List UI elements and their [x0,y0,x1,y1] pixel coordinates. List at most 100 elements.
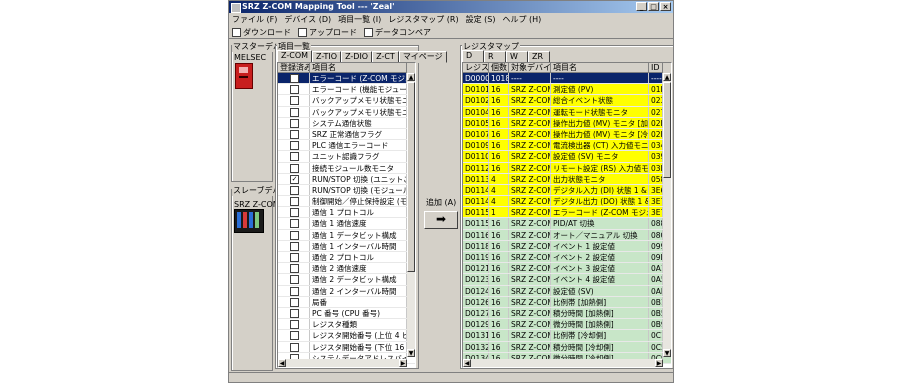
register-row[interactable]: D011464SRZ Z-COM #デジタル出力 (DO) 状態 1 & 23E… [463,196,671,208]
item-row[interactable]: 制御開始／停止保持設定 (モジュ [278,196,415,208]
column-target-device[interactable]: 対象デバイス [509,63,551,73]
registered-checkbox[interactable] [290,118,299,128]
register-row[interactable]: D0131116SRZ Z-COM #比例帯 [冷却側]0C1C [463,330,671,342]
registered-checkbox[interactable] [290,286,299,296]
item-row[interactable]: バックアップメモリ状態モニタ (機能モ [278,106,415,118]
registered-checkbox[interactable] [290,241,299,251]
registered-checkbox[interactable] [290,275,299,285]
register-row[interactable]: D0107416SRZ Z-COM #操作出力値 (MV) モニタ [冷却側]0… [463,128,671,141]
item-row[interactable]: 通信 2 インターバル時間 [278,285,415,297]
add-button[interactable]: ➡ [424,211,458,229]
item-row[interactable]: 通信 1 通信速度 [278,218,415,230]
registered-checkbox[interactable] [290,96,299,106]
item-row[interactable]: ✓ エラーコード (Z-COM モジュール) [278,73,415,85]
item-row[interactable]: 通信 1 データビット構成 [278,229,415,241]
registered-checkbox[interactable]: ✓ [290,174,299,184]
item-row[interactable]: システム通信状態 [278,117,415,129]
registered-checkbox[interactable] [290,297,299,307]
register-row[interactable]: D0123116SRZ Z-COM #イベント 4 設定値0A5C [463,274,671,286]
scroll-down-arrow-icon[interactable]: ▼ [407,349,415,357]
scroll-left-arrow-icon[interactable]: ◀ [463,359,471,367]
register-map-list[interactable]: レジスタ 個数 対象デバイス 項目名 ID D000001018--------… [462,62,672,368]
minimize-button[interactable]: _ [636,2,647,11]
register-row[interactable]: D0115116SRZ Z-COM #PID/AT 切換088C [463,218,671,230]
upload-button[interactable]: アップロード [298,27,357,38]
register-row[interactable]: D0102616SRZ Z-COM #総合イベント状態023C [463,95,671,107]
registered-checkbox[interactable] [290,308,299,318]
registered-checkbox[interactable] [290,253,299,262]
column-registered[interactable]: 登録済み [278,63,310,73]
scroll-up-arrow-icon[interactable]: ▲ [407,73,415,81]
plc-module-icon[interactable] [235,63,253,89]
register-row[interactable]: D0112216SRZ Z-COM #リモート設定 (RS) 入力値モニタ03D… [463,162,671,174]
item-row[interactable]: 通信 1 インターバル時間 [278,240,415,252]
items-list[interactable]: 登録済み 項目名 ✓ エラーコード (Z-COM モジュール)エラーコード (機能… [277,62,416,368]
item-row[interactable]: RUN/STOP 切換 (モジュールごと) [278,184,415,197]
item-row[interactable]: ユニット認識フラグ [278,151,415,163]
item-row[interactable]: レジスタ開始番号 (下位 16 ビット) [278,341,415,353]
registered-checkbox[interactable] [290,208,299,218]
items-vertical-scrollbar[interactable]: ▲ ▼ [407,73,415,357]
register-map-horizontal-scrollbar[interactable]: ◀ ▶ [463,359,663,367]
items-horizontal-scrollbar[interactable]: ◀ ▶ [278,359,407,367]
register-row[interactable]: D0101816SRZ Z-COM #測定値 (PV)01FC [463,84,671,96]
menu-device[interactable]: デバイス (D) [284,14,331,26]
registered-checkbox[interactable] [290,219,299,229]
column-count[interactable]: 個数 [489,63,509,73]
column-item-name[interactable]: 項目名 [310,63,407,73]
data-compare-button[interactable]: データコンペア [364,27,431,38]
menu-settings[interactable]: 設定 (S) [466,14,496,26]
registered-checkbox[interactable] [290,107,299,117]
registered-checkbox[interactable] [290,163,299,173]
registered-checkbox[interactable]: ✓ [290,74,299,83]
register-row[interactable]: D0116716SRZ Z-COM #オート／マニュアル 切換08CC [463,229,671,241]
registered-checkbox[interactable] [290,185,299,195]
item-row[interactable]: 接続モジュール数モニタ [278,162,415,174]
registered-checkbox[interactable] [290,197,299,207]
menu-help[interactable]: ヘルプ (H) [502,14,541,26]
registered-checkbox[interactable] [290,85,299,95]
item-row[interactable]: レジスタ開始番号 (上位 4 ビット) [278,330,415,342]
item-row[interactable]: PLC 通信エラーコード [278,140,415,152]
register-row[interactable]: D0105816SRZ Z-COM #操作出力値 (MV) モニタ [加熱側]0… [463,117,671,129]
scroll-up-arrow-icon[interactable]: ▲ [663,73,671,81]
register-row[interactable]: D0132716SRZ Z-COM #積分時間 [冷却側]0C5C [463,341,671,353]
register-row[interactable]: D011501SRZ Z-COM #エラーコード (Z-COM モジュール)3E… [463,207,671,219]
register-map-scroll-thumb[interactable] [663,82,671,178]
register-row[interactable]: D0104216SRZ Z-COM #運転モード状態モニタ027C [463,106,671,118]
scroll-left-arrow-icon[interactable]: ◀ [278,359,286,367]
registered-checkbox[interactable] [290,141,299,151]
menu-items[interactable]: 項目一覧 (I) [338,14,381,26]
menu-register-map[interactable]: レジスタマップ (R) [388,14,458,26]
register-row[interactable]: D0126316SRZ Z-COM #比例帯 [加熱側]0B10 [463,296,671,308]
item-row[interactable]: 局番 [278,296,415,308]
item-row[interactable]: バックアップメモリ状態モニタ (Z-COM [278,95,415,107]
register-row[interactable]: D0110616SRZ Z-COM #設定値 (SV) モニタ039C [463,151,671,163]
download-button[interactable]: ダウンロード [232,27,291,38]
registered-checkbox[interactable] [290,230,299,240]
item-row[interactable]: ✓ RUN/STOP 切換 (ユニットごと) [278,173,415,185]
registered-checkbox[interactable] [290,264,299,274]
zcom-module-icon[interactable] [234,209,264,233]
item-row[interactable]: レジスタ種類 [278,319,415,331]
register-row[interactable]: D0109016SRZ Z-COM #電流検出器 (CT) 入力値モニタ034C [463,140,671,152]
register-row[interactable]: D0119916SRZ Z-COM #イベント 2 設定値09DC [463,252,671,264]
close-button[interactable]: × [660,2,671,11]
registered-checkbox[interactable] [290,129,299,139]
item-row[interactable]: 通信 2 通信速度 [278,263,415,275]
item-row[interactable]: 通信 2 プロトコル [278,252,415,264]
menu-file[interactable]: ファイル (F) [232,14,277,26]
register-row[interactable]: D0124716SRZ Z-COM #設定値 (SV)0AD0 [463,285,671,297]
register-map-vertical-scrollbar[interactable]: ▲ ▼ [663,73,671,357]
register-row[interactable]: D0118316SRZ Z-COM #イベント 1 設定値099C [463,240,671,252]
items-scroll-thumb[interactable] [407,82,415,272]
item-row[interactable]: 通信 1 プロトコル [278,207,415,219]
item-row[interactable]: PC 番号 (CPU 番号) [278,307,415,320]
register-row[interactable]: D0121516SRZ Z-COM #イベント 3 設定値0A1C [463,263,671,275]
item-row[interactable]: エラーコード (機能モジュール) [278,84,415,96]
registered-checkbox[interactable] [290,152,299,162]
register-row[interactable]: D000001018------------ [463,73,671,85]
maximize-button[interactable]: □ [648,2,659,11]
register-row[interactable]: D0129516SRZ Z-COM #微分時間 [加熱側]0B9C [463,319,671,331]
scroll-right-arrow-icon[interactable]: ▶ [655,359,663,367]
